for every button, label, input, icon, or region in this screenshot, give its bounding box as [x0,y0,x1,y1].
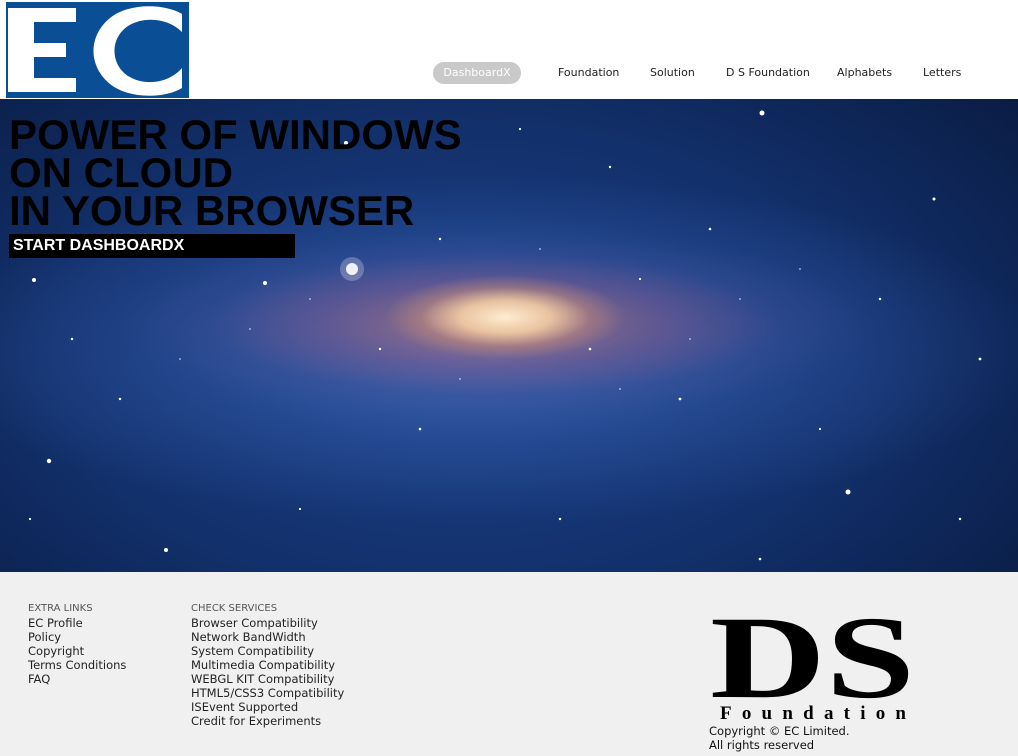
site-footer: EXTRA LINKS EC Profile Policy Copyright … [0,572,1018,756]
service-link-credit-for-experiments[interactable]: Credit for Experiments [191,714,344,728]
footer-link-copyright[interactable]: Copyright [28,644,126,658]
ds-foundation-logo[interactable]: DS Foundation [710,599,920,723]
copyright-line-1: Copyright © EC Limited. [709,724,850,738]
hero-title: POWER OF WINDOWS ON CLOUD IN YOUR BROWSE… [9,114,462,234]
nav-ds-foundation[interactable]: D S Foundation [726,62,810,84]
start-dashboardx-button[interactable]: START DASHBOARDX [9,234,295,258]
nav-alphabets[interactable]: Alphabets [837,62,892,84]
service-link-html5-css3-compatibility[interactable]: HTML5/CSS3 Compatibility [191,686,344,700]
ds-logo-word: Foundation [720,703,906,723]
nav-letters[interactable]: Letters [923,62,961,84]
footer-link-terms-conditions[interactable]: Terms Conditions [28,658,126,672]
nav-dashboardx[interactable]: DashboardX [433,62,521,84]
service-link-isevent-supported[interactable]: ISEvent Supported [191,700,344,714]
service-link-system-compatibility[interactable]: System Compatibility [191,644,344,658]
copyright-line-2: All rights reserved [709,738,815,752]
extra-links-heading: EXTRA LINKS [28,603,93,614]
footer-link-policy[interactable]: Policy [28,630,126,644]
footer-link-ec-profile[interactable]: EC Profile [28,616,126,630]
nav-foundation[interactable]: Foundation [558,62,619,84]
check-services-heading: CHECK SERVICES [191,603,278,614]
check-services-column: CHECK SERVICES Browser Compatibility Net… [191,602,344,728]
nav-solution[interactable]: Solution [650,62,695,84]
service-link-multimedia-compatibility[interactable]: Multimedia Compatibility [191,658,344,672]
copyright-notice: Copyright © EC Limited. All rights reser… [709,724,850,752]
footer-link-faq[interactable]: FAQ [28,672,126,686]
service-link-webgl-kit-compatibility[interactable]: WEBGL KIT Compatibility [191,672,344,686]
extra-links-column: EXTRA LINKS EC Profile Policy Copyright … [28,602,126,686]
site-header: EC DashboardX Foundation Solution D S Fo… [0,0,1018,99]
main-nav: DashboardX Foundation Solution D S Found… [0,60,1018,86]
hero-banner: POWER OF WINDOWS ON CLOUD IN YOUR BROWSE… [0,99,1018,572]
hero-title-line-3: IN YOUR BROWSER [9,187,415,234]
service-link-network-bandwidth[interactable]: Network BandWidth [191,630,344,644]
service-link-browser-compatibility[interactable]: Browser Compatibility [191,616,344,630]
